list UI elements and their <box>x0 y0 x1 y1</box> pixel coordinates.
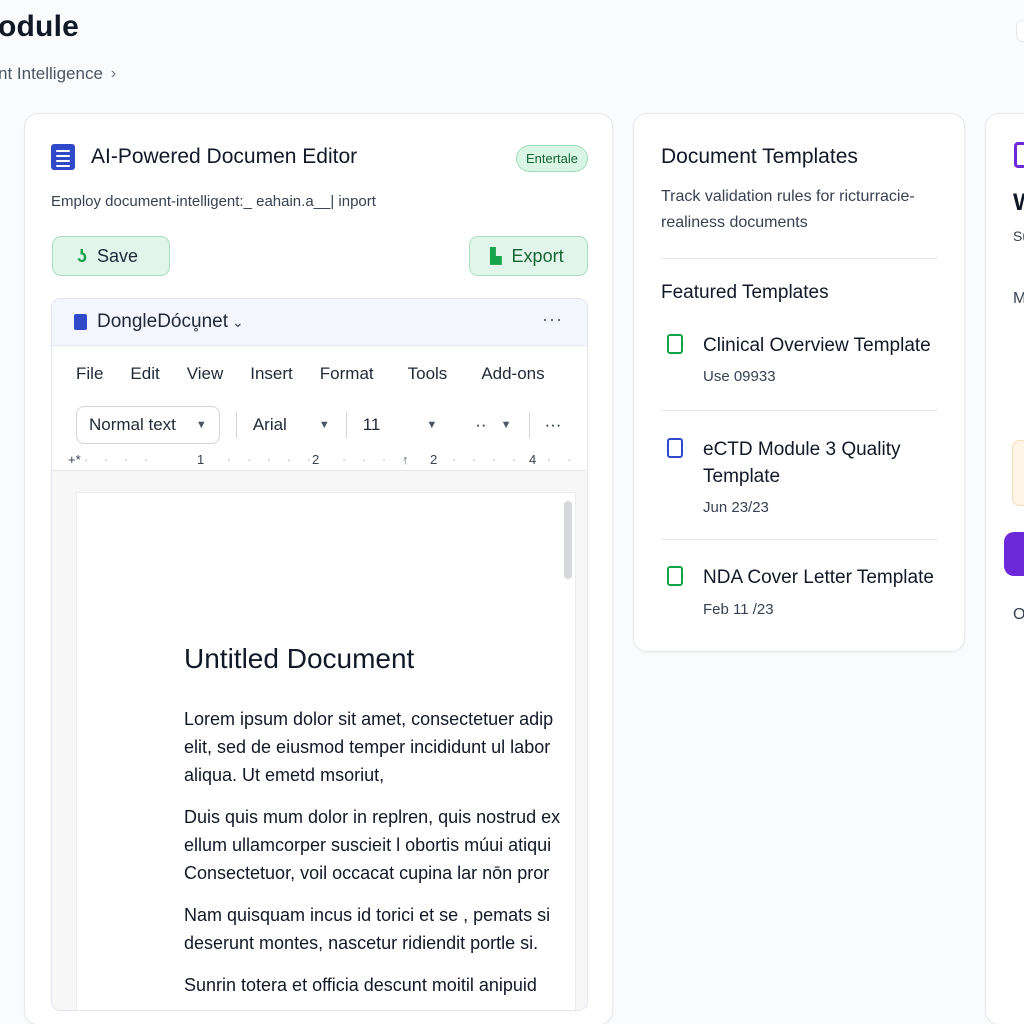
doc-titlebar: DongleDócu̥net ⌄ ··· <box>52 299 587 346</box>
breadcrumb-item[interactable]: nt Intelligence <box>0 64 103 84</box>
extra-select[interactable]: ·· ▼ <box>475 415 511 435</box>
divider <box>661 539 938 540</box>
style-select[interactable]: Normal text ▼ <box>76 406 220 444</box>
page-title: odule <box>0 10 79 43</box>
right-panel-card: W Su M O <box>985 113 1024 1024</box>
template-name: eCTD Module 3 Quality Template <box>703 439 901 487</box>
font-size-select[interactable]: 11 ▼ <box>363 415 438 435</box>
divider <box>235 412 237 438</box>
menu-bar: File Edit View Insert Format Tools Add-o… <box>52 346 587 402</box>
style-select-value: Normal text <box>89 415 176 434</box>
template-name: NDA Cover Letter Template <box>703 567 934 588</box>
ruler-tick: 1 <box>197 452 205 467</box>
more-tools-icon[interactable]: ··· <box>544 415 561 435</box>
extra-value: ·· <box>475 415 487 434</box>
doc-paragraph[interactable]: Lorem ipsum dolor sit amet, consectetuer… <box>184 705 575 789</box>
ruler-tick: 2 <box>430 452 438 467</box>
vertical-scrollbar[interactable] <box>564 501 572 579</box>
menu-format[interactable]: Format <box>320 364 374 384</box>
avatar[interactable] <box>1016 20 1024 42</box>
breadcrumb: nt Intelligence › <box>0 64 116 84</box>
editor-title: AI-Powered Documen Editor <box>91 145 358 168</box>
ruler-tab-marker[interactable]: ↑ <box>402 452 409 467</box>
divider <box>529 412 531 438</box>
export-icon: ▙ <box>490 248 502 265</box>
menu-insert[interactable]: Insert <box>250 364 293 384</box>
document-icon <box>667 438 683 458</box>
document-icon <box>74 314 87 330</box>
embedded-doc-editor: DongleDócu̥net ⌄ ··· File Edit View Inse… <box>51 298 588 1011</box>
doc-paragraph[interactable]: Sunrin totera et officia descunt moitil … <box>184 971 575 999</box>
more-options-icon[interactable]: ··· <box>542 309 563 330</box>
divider <box>661 410 938 411</box>
caret-down-icon: ▼ <box>500 419 512 431</box>
ruler-indent-marker[interactable]: +* <box>68 452 81 467</box>
featured-templates-heading: Featured Templates <box>661 282 829 303</box>
right-panel-action-button[interactable] <box>1004 532 1024 576</box>
save-label: Save <box>97 245 139 266</box>
template-date: Use 09933 <box>703 368 776 385</box>
ruler-tick: 2 <box>312 452 320 467</box>
template-item[interactable]: NDA Cover Letter Template Feb 11 /23 <box>661 564 938 624</box>
right-panel-label: M <box>1013 290 1024 307</box>
caret-down-icon: ▼ <box>426 419 438 431</box>
export-label: Export <box>511 245 564 266</box>
menu-view[interactable]: View <box>187 364 224 384</box>
font-select-value: Arial <box>252 415 287 434</box>
templates-description: Track validation rules for ricturracie-r… <box>661 188 915 231</box>
template-date: Jun 23/23 <box>703 499 769 516</box>
doc-page[interactable]: Untitled Document Lorem ipsum dolor sit … <box>76 492 576 1010</box>
divider <box>661 258 938 259</box>
font-size-value: 11 <box>362 415 381 434</box>
right-panel-text: O <box>1013 606 1024 623</box>
menu-edit[interactable]: Edit <box>130 364 159 384</box>
right-panel-subtitle: Su <box>1013 228 1024 244</box>
document-icon <box>667 334 683 354</box>
doc-heading[interactable]: Untitled Document <box>184 643 414 675</box>
caret-down-icon: ▼ <box>195 419 207 431</box>
save-icon: ʖ <box>77 245 88 266</box>
doc-paragraph[interactable]: Duis quis mum dolor in replren, quis nos… <box>184 803 575 887</box>
right-panel-title: W <box>1013 189 1024 217</box>
doc-paragraph[interactable]: Nam quisquam incus id torici et se , pem… <box>184 901 575 957</box>
template-item[interactable]: eCTD Module 3 Quality Template Jun 23/23 <box>661 436 938 526</box>
editor-card: AI-Powered Documen Editor Entertale Empl… <box>24 113 613 1024</box>
save-button[interactable]: ʖ Save <box>52 236 170 276</box>
ruler-tick: 4 <box>529 452 537 467</box>
template-name: Clinical Overview Template <box>703 335 931 356</box>
template-item[interactable]: Clinical Overview Template Use 09933 <box>661 332 938 402</box>
templates-title: Document Templates <box>661 145 858 168</box>
menu-file[interactable]: File <box>76 364 103 384</box>
format-toolbar: Normal text ▼ Arial ▼ 11 ▼ ·· ▼ ··· <box>52 402 587 448</box>
editor-header: AI-Powered Documen Editor <box>51 144 357 170</box>
right-panel-notice <box>1012 440 1024 506</box>
chevron-right-icon: › <box>110 65 117 82</box>
doc-name[interactable]: DongleDócu̥net <box>97 311 228 333</box>
template-date: Feb 11 /23 <box>703 601 774 618</box>
editor-subtitle: Employ document-intelligent:_ eahain.a__… <box>51 193 376 210</box>
chevron-down-icon[interactable]: ⌄ <box>232 314 244 331</box>
document-icon <box>51 144 75 170</box>
doc-canvas[interactable]: Untitled Document Lorem ipsum dolor sit … <box>52 471 587 1010</box>
panel-icon <box>1014 142 1024 168</box>
menu-tools[interactable]: Tools <box>408 364 448 384</box>
menu-addons[interactable]: Add-ons <box>481 364 544 384</box>
ruler[interactable]: +* · · · · 1 · · · · · 2 · · · · ↑ 2 · ·… <box>52 449 587 482</box>
font-select[interactable]: Arial ▼ <box>253 415 330 435</box>
document-lock-icon <box>667 566 683 586</box>
templates-card: Document Templates Track validation rule… <box>633 113 965 652</box>
status-badge: Entertale <box>515 145 588 172</box>
export-button[interactable]: ▙ Export <box>469 236 588 276</box>
divider <box>345 412 347 438</box>
caret-down-icon: ▼ <box>318 419 330 431</box>
